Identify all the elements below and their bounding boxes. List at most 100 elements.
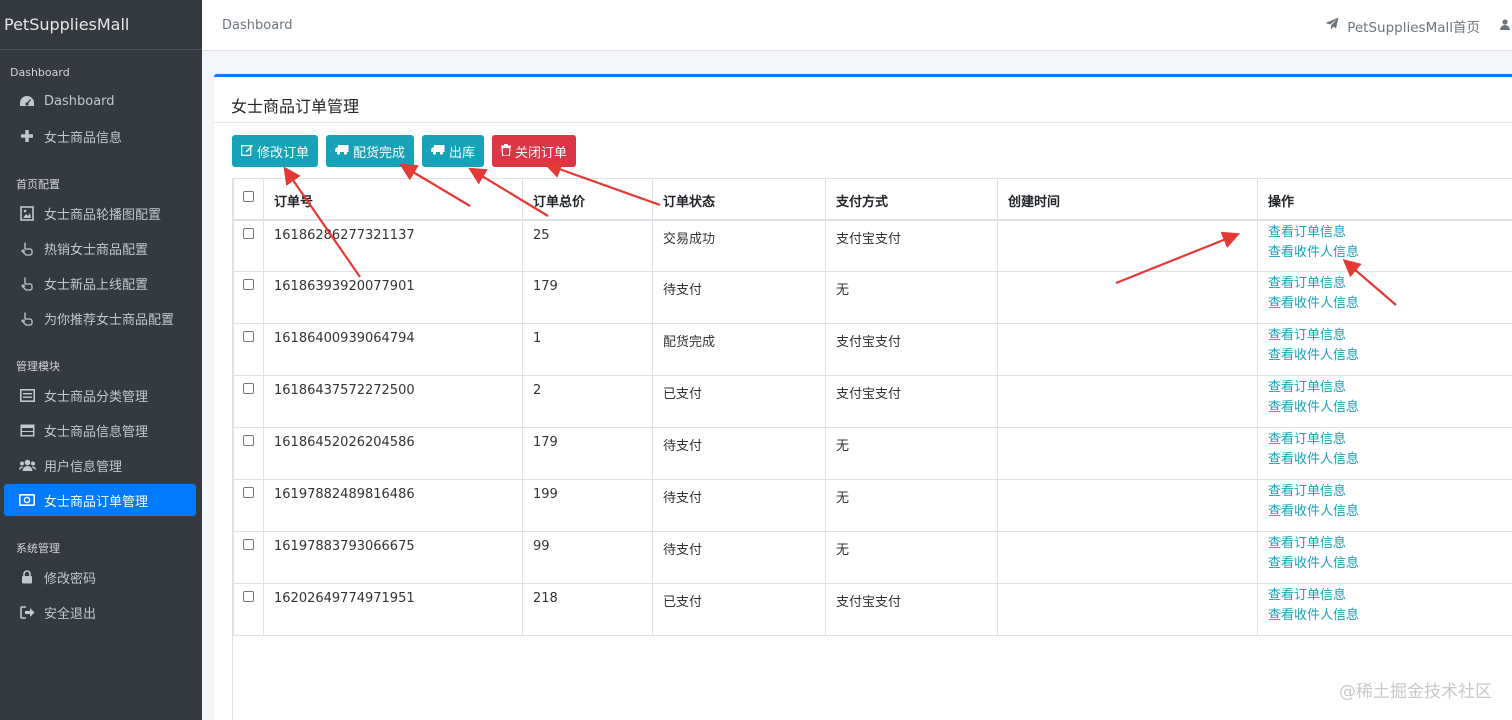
sidebar-item-hot-config[interactable]: 热销女士商品配置 — [4, 232, 196, 264]
row-checkbox[interactable] — [243, 279, 254, 290]
row-checkbox-cell — [233, 427, 264, 480]
status-cell: 待支付 — [652, 427, 826, 480]
view-order-link[interactable]: 查看订单信息 — [1268, 378, 1503, 398]
sidebar-item-label: 女士商品订单管理 — [44, 494, 149, 510]
table-row[interactable]: 16202649774971951 218 已支付 支付宝支付 查看订单信息 查看收件人信… — [233, 583, 1512, 636]
row-checkbox[interactable] — [243, 331, 254, 342]
view-receiver-link[interactable]: 查看收件人信息 — [1268, 243, 1503, 263]
sidebar-item-carousel-config[interactable]: 女士商品轮播图配置 — [4, 197, 196, 229]
sidebar-item-logout[interactable]: 安全退出 — [4, 596, 196, 628]
trash-icon — [501, 143, 512, 159]
created-cell — [997, 323, 1258, 376]
view-order-link[interactable]: 查看订单信息 — [1268, 482, 1503, 502]
sidebar: PetSuppliesMall Dashboard Dashboard 女士商品… — [0, 0, 202, 720]
table-row[interactable]: 16186400939064794 1 配货完成 支付宝支付 查看订单信息 查看收件人信息 — [233, 323, 1512, 376]
row-checkbox[interactable] — [243, 227, 254, 239]
row-checkbox[interactable] — [243, 435, 254, 446]
column-header-total[interactable]: 订单总价 — [522, 178, 653, 221]
status-cell: 交易成功 — [652, 219, 826, 272]
view-receiver-link[interactable]: 查看收件人信息 — [1268, 606, 1503, 626]
order-no-cell: 16197882489816486 — [263, 479, 523, 532]
column-header-payment[interactable]: 支付方式 — [825, 178, 998, 221]
edit-icon — [241, 144, 253, 159]
view-receiver-link[interactable]: 查看收件人信息 — [1268, 346, 1503, 366]
nav-header-system: 系统管理 — [16, 542, 60, 555]
sidebar-item-recommend-config[interactable]: 为你推荐女士商品配置 — [4, 302, 196, 334]
view-receiver-link[interactable]: 查看收件人信息 — [1268, 294, 1503, 314]
view-order-link[interactable]: 查看订单信息 — [1268, 274, 1503, 294]
payment-cell: 无 — [825, 271, 998, 324]
table-row[interactable]: 16197882489816486 199 待支付无 查看订单信息 查看收件人信息 — [233, 479, 1512, 532]
orders-table-wrap: 订单号 订单总价 订单状态 支付方式 创建时间 操作 1618628627732… — [232, 178, 1512, 720]
total-cell: 218 — [522, 583, 653, 636]
order-no-cell: 16186393920077901 — [263, 271, 523, 324]
total-cell: 99 — [522, 531, 653, 584]
status-cell: 待支付 — [652, 479, 826, 532]
view-receiver-link[interactable]: 查看收件人信息 — [1268, 502, 1503, 522]
brand-logo[interactable]: PetSuppliesMall — [0, 0, 202, 50]
status-cell: 配货完成 — [652, 323, 826, 376]
view-order-link[interactable]: 查看订单信息 — [1268, 430, 1503, 450]
table-row[interactable]: 16197883793066675 99 待支付无 查看订单信息 查看收件人信息 — [233, 531, 1512, 584]
row-checkbox[interactable] — [243, 539, 254, 550]
hand-pointer-icon — [18, 240, 36, 256]
user-icon[interactable] — [1500, 18, 1510, 33]
top-right-links: PetSuppliesMall首页 — [1325, 0, 1512, 51]
created-cell — [997, 271, 1258, 324]
breadcrumb[interactable]: Dashboard — [222, 18, 293, 33]
sidebar-item-label: 热销女士商品配置 — [44, 242, 149, 258]
view-receiver-link[interactable]: 查看收件人信息 — [1268, 554, 1503, 574]
payment-cell: 支付宝支付 — [825, 323, 998, 376]
status-cell: 待支付 — [652, 531, 826, 584]
sidebar-item-label: 用户信息管理 — [44, 459, 123, 475]
view-order-link[interactable]: 查看订单信息 — [1268, 223, 1503, 243]
sidebar-item-category-management[interactable]: 女士商品分类管理 — [4, 379, 196, 411]
created-cell — [997, 427, 1258, 480]
orders-table: 订单号 订单总价 订单状态 支付方式 创建时间 操作 1618628627732… — [233, 178, 1512, 636]
row-checkbox[interactable] — [243, 591, 254, 602]
order-no-cell: 16197883793066675 — [263, 531, 523, 584]
payment-cell: 无 — [825, 427, 998, 480]
select-all-checkbox[interactable] — [243, 191, 254, 203]
row-checkbox[interactable] — [243, 383, 254, 394]
sidebar-item-new-config[interactable]: 女士新品上线配置 — [4, 267, 196, 299]
table-icon — [18, 422, 36, 438]
view-receiver-link[interactable]: 查看收件人信息 — [1268, 398, 1503, 418]
sidebar-item-order-management[interactable]: 女士商品订单管理 — [4, 484, 196, 516]
sidebar-item-product-management[interactable]: 女士商品信息管理 — [4, 414, 196, 446]
table-row[interactable]: 16186393920077901 179 待支付无 查看订单信息 查看收件人信息 — [233, 271, 1512, 324]
column-header-status[interactable]: 订单状态 — [652, 178, 826, 221]
sidebar-item-label: 安全退出 — [44, 606, 97, 622]
view-order-link[interactable]: 查看订单信息 — [1268, 534, 1503, 554]
total-cell: 199 — [522, 479, 653, 532]
outbound-button[interactable]: 出库 — [422, 135, 485, 167]
hand-pointer-icon — [18, 310, 36, 326]
column-header-order-no[interactable]: 订单号 — [263, 178, 523, 221]
close-order-label: 关闭订单 — [515, 144, 568, 160]
close-order-button[interactable]: 关闭订单 — [492, 135, 577, 167]
table-row[interactable]: 16186452026204586 179 待支付无 查看订单信息 查看收件人信息 — [233, 427, 1512, 480]
actions-cell: 查看订单信息 查看收件人信息 — [1257, 375, 1512, 428]
created-cell — [997, 583, 1258, 636]
edit-order-button[interactable]: 修改订单 — [232, 135, 319, 167]
total-cell: 179 — [522, 271, 653, 324]
table-row[interactable]: 16186286277321137 25 交易成功 支付宝支付 查看订单信息 查看收件人信… — [233, 219, 1512, 272]
delivery-done-button[interactable]: 配货完成 — [326, 135, 415, 167]
nav-header-management: 管理模块 — [16, 360, 60, 373]
row-checkbox-cell — [233, 271, 264, 324]
sidebar-item-change-password[interactable]: 修改密码 — [4, 561, 196, 593]
sidebar-item-user-management[interactable]: 用户信息管理 — [4, 449, 196, 481]
sidebar-item-label: 女士新品上线配置 — [44, 277, 149, 293]
truck-icon — [335, 144, 349, 158]
card-title: 女士商品订单管理 — [231, 97, 360, 116]
sidebar-item-label: Dashboard — [44, 93, 115, 109]
view-receiver-link[interactable]: 查看收件人信息 — [1268, 450, 1503, 470]
row-checkbox[interactable] — [243, 487, 254, 498]
column-header-created[interactable]: 创建时间 — [997, 178, 1258, 221]
view-order-link[interactable]: 查看订单信息 — [1268, 586, 1503, 606]
home-link[interactable]: PetSuppliesMall首页 — [1347, 16, 1480, 36]
table-row[interactable]: 16186437572272500 2 已支付 支付宝支付 查看订单信息 查看收件人信息 — [233, 375, 1512, 428]
sidebar-item-women-products[interactable]: 女士商品信息 — [4, 120, 196, 152]
sidebar-item-dashboard[interactable]: Dashboard — [4, 85, 196, 117]
view-order-link[interactable]: 查看订单信息 — [1268, 326, 1503, 346]
